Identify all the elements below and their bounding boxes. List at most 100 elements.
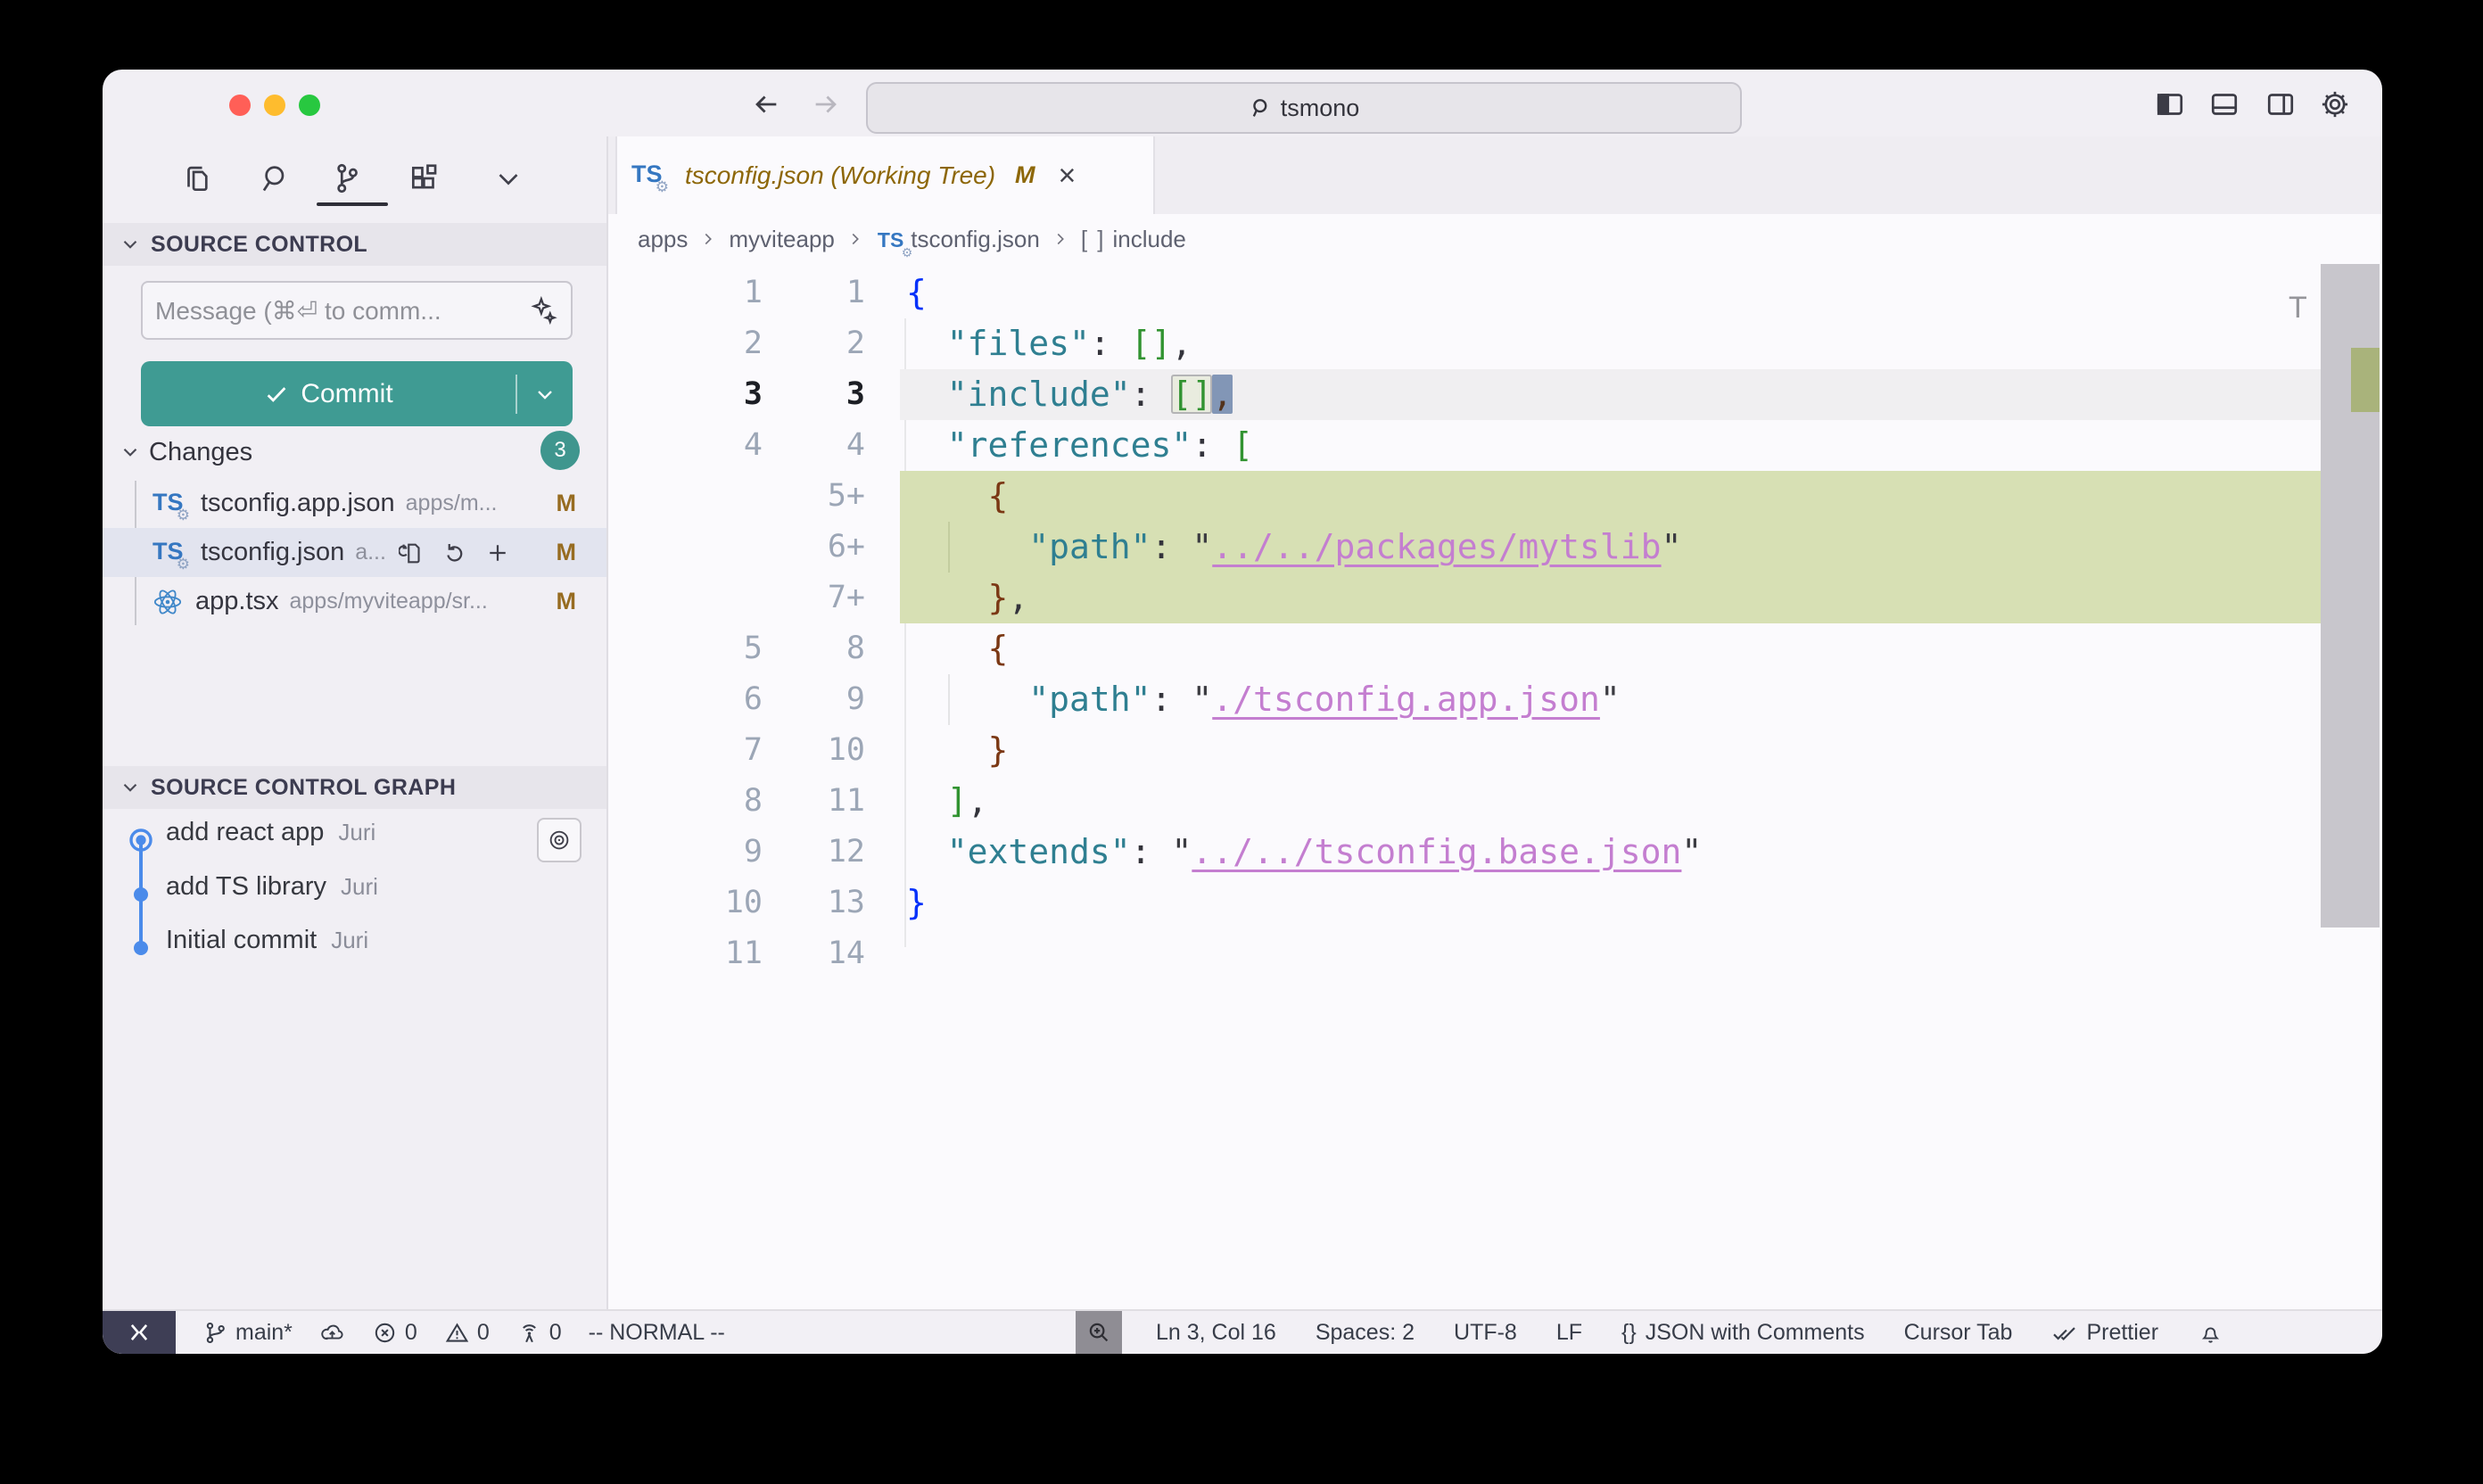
toggle-panel-icon[interactable] <box>2208 88 2240 120</box>
commit-dropdown-button[interactable] <box>517 382 573 407</box>
forward-button[interactable] <box>811 89 841 120</box>
warnings-count[interactable]: 0 <box>444 1320 490 1346</box>
chevron-right-icon <box>698 229 718 249</box>
breadcrumb-item-include[interactable]: include <box>1112 226 1185 253</box>
commit-row[interactable]: add TS libraryJuri <box>166 872 378 917</box>
ports-count[interactable]: 0 <box>516 1320 562 1346</box>
stage-icon[interactable] <box>484 540 511 566</box>
gutter-original-line-number <box>662 471 763 522</box>
git-status-badge: M <box>557 490 577 517</box>
source-control-view-icon[interactable] <box>329 161 363 195</box>
indentation[interactable]: Spaces: 2 <box>1316 1320 1415 1346</box>
notifications-bell[interactable] <box>2198 1320 2223 1346</box>
double-check-icon <box>2051 1320 2077 1346</box>
overview-ruler-added-mark <box>2351 348 2380 412</box>
gutter-original-line-number: 6 <box>662 674 763 725</box>
zoom-indicator[interactable] <box>1076 1311 1122 1354</box>
commit-button[interactable]: Commit <box>141 361 573 426</box>
path-link[interactable]: ./tsconfig.app.json <box>1212 680 1600 719</box>
branch-indicator[interactable]: main* <box>202 1320 293 1346</box>
toggle-primary-sidebar-icon[interactable] <box>2154 88 2186 120</box>
errors-count[interactable]: 0 <box>372 1320 417 1346</box>
close-window-button[interactable] <box>229 95 251 116</box>
search-view-icon[interactable] <box>257 161 291 195</box>
publish-button[interactable] <box>319 1320 345 1346</box>
extensions-view-icon[interactable] <box>408 161 441 195</box>
path-link[interactable]: ../../packages/mytslib <box>1212 527 1661 566</box>
gutter-original-line-number: 9 <box>662 827 763 878</box>
code-line-added[interactable]: { <box>900 471 2323 522</box>
status-bar: main*000-- NORMAL -- Ln 3, Col 16Spaces:… <box>103 1309 2382 1354</box>
check-icon <box>263 381 290 408</box>
diff-editor[interactable]: 11{22 "files": [],33 "include": [],44 "r… <box>608 264 2382 1309</box>
commit-author: Juri <box>331 927 368 954</box>
code-line[interactable]: } <box>900 725 2323 776</box>
zoom-window-button[interactable] <box>299 95 320 116</box>
code-line[interactable]: "extends": "../../tsconfig.base.json" <box>900 827 2323 878</box>
path-link[interactable]: ../../tsconfig.base.json <box>1192 832 1681 871</box>
checkout-target-button[interactable] <box>537 818 582 862</box>
gutter-original-line-number: 8 <box>662 776 763 827</box>
code-line[interactable] <box>900 928 2323 979</box>
cursor-position[interactable]: Ln 3, Col 16 <box>1156 1320 1276 1346</box>
zoom-in-icon <box>1085 1319 1112 1346</box>
settings-gear-icon[interactable] <box>2319 88 2351 120</box>
source-control-section-header[interactable]: SOURCE CONTROL <box>103 223 606 266</box>
gutter-modified-line-number: 10 <box>764 725 865 776</box>
gutter-original-line-number: 11 <box>662 928 763 979</box>
encoding[interactable]: UTF-8 <box>1454 1320 1517 1346</box>
language-mode[interactable]: {}JSON with Comments <box>1621 1320 1865 1346</box>
additional-views-chevron-icon[interactable] <box>491 161 525 195</box>
gutter-original-line-number: 10 <box>662 878 763 928</box>
file-name: tsconfig.json <box>201 538 344 567</box>
code-line[interactable]: { <box>900 268 2323 318</box>
toggle-secondary-sidebar-icon[interactable] <box>2264 88 2297 120</box>
code-line[interactable]: "files": [], <box>900 318 2323 369</box>
code-line[interactable]: "include": [], <box>900 369 2323 420</box>
breadcrumb-item-tsconfig.json[interactable]: tsconfig.json <box>911 226 1040 253</box>
code-line[interactable]: "references": [ <box>900 420 2323 471</box>
commit-row[interactable]: Initial commit Juri <box>166 926 368 970</box>
eol[interactable]: LF <box>1556 1320 1582 1346</box>
back-button[interactable] <box>751 89 781 120</box>
chevron-right-icon <box>846 229 865 249</box>
code-line[interactable]: ], <box>900 776 2323 827</box>
changed-file-app.tsx[interactable]: app.tsxapps/myviteapp/sr...M <box>103 577 606 626</box>
gutter-modified-line-number: 14 <box>764 928 865 979</box>
sparkle-icon[interactable] <box>528 295 558 326</box>
vim-mode[interactable]: -- NORMAL -- <box>589 1320 725 1346</box>
tab-tsconfig-working-tree[interactable]: TS⚙ tsconfig.json (Working Tree) M × <box>615 136 1155 214</box>
code-line[interactable]: "path": "./tsconfig.app.json" <box>900 674 2323 725</box>
remote-indicator[interactable] <box>103 1311 176 1354</box>
git-status-badge: M <box>557 588 577 615</box>
minimize-window-button[interactable] <box>264 95 285 116</box>
changes-count-badge: 3 <box>540 431 580 470</box>
changed-file-tsconfig.app.json[interactable]: TS⚙tsconfig.app.jsonapps/m...M <box>103 479 606 528</box>
code-line[interactable]: } <box>900 878 2323 928</box>
source-control-graph-header[interactable]: SOURCE CONTROL GRAPH <box>103 766 606 809</box>
command-center-search[interactable]: tsmono <box>866 82 1742 134</box>
word-highlight: [] <box>1171 375 1212 414</box>
file-name: tsconfig.app.json <box>201 489 395 518</box>
changed-file-tsconfig.json[interactable]: TS⚙tsconfig.jsona...M <box>103 528 606 577</box>
open-file-icon[interactable] <box>399 540 425 566</box>
vim-block-cursor: , <box>1212 375 1233 414</box>
gutter-original-line-number: 4 <box>662 420 763 471</box>
discard-icon[interactable] <box>441 540 468 566</box>
code-line-added[interactable]: "path": "../../packages/mytslib" <box>900 522 2323 573</box>
code-line-added[interactable]: }, <box>900 573 2323 623</box>
changes-section-header[interactable]: Changes <box>103 431 606 474</box>
commit-row[interactable]: add react appJuri <box>166 818 375 862</box>
breadcrumb-item-myviteapp[interactable]: myviteapp <box>729 226 835 253</box>
gutter-original-line-number: 3 <box>662 369 763 420</box>
commit-author: Juri <box>341 873 378 901</box>
breadcrumb-item-apps[interactable]: apps <box>638 226 688 253</box>
commit-message: Initial commit <box>166 926 317 955</box>
code-line[interactable]: { <box>900 623 2323 674</box>
explorer-icon[interactable] <box>180 161 214 195</box>
formatter[interactable]: Prettier <box>2051 1320 2158 1346</box>
cursor-tab[interactable]: Cursor Tab <box>1904 1320 2013 1346</box>
commit-message-input[interactable]: Message (⌘⏎ to comm... <box>141 281 573 340</box>
close-tab-icon[interactable]: × <box>1059 161 1077 191</box>
commit-node-head <box>128 828 153 853</box>
